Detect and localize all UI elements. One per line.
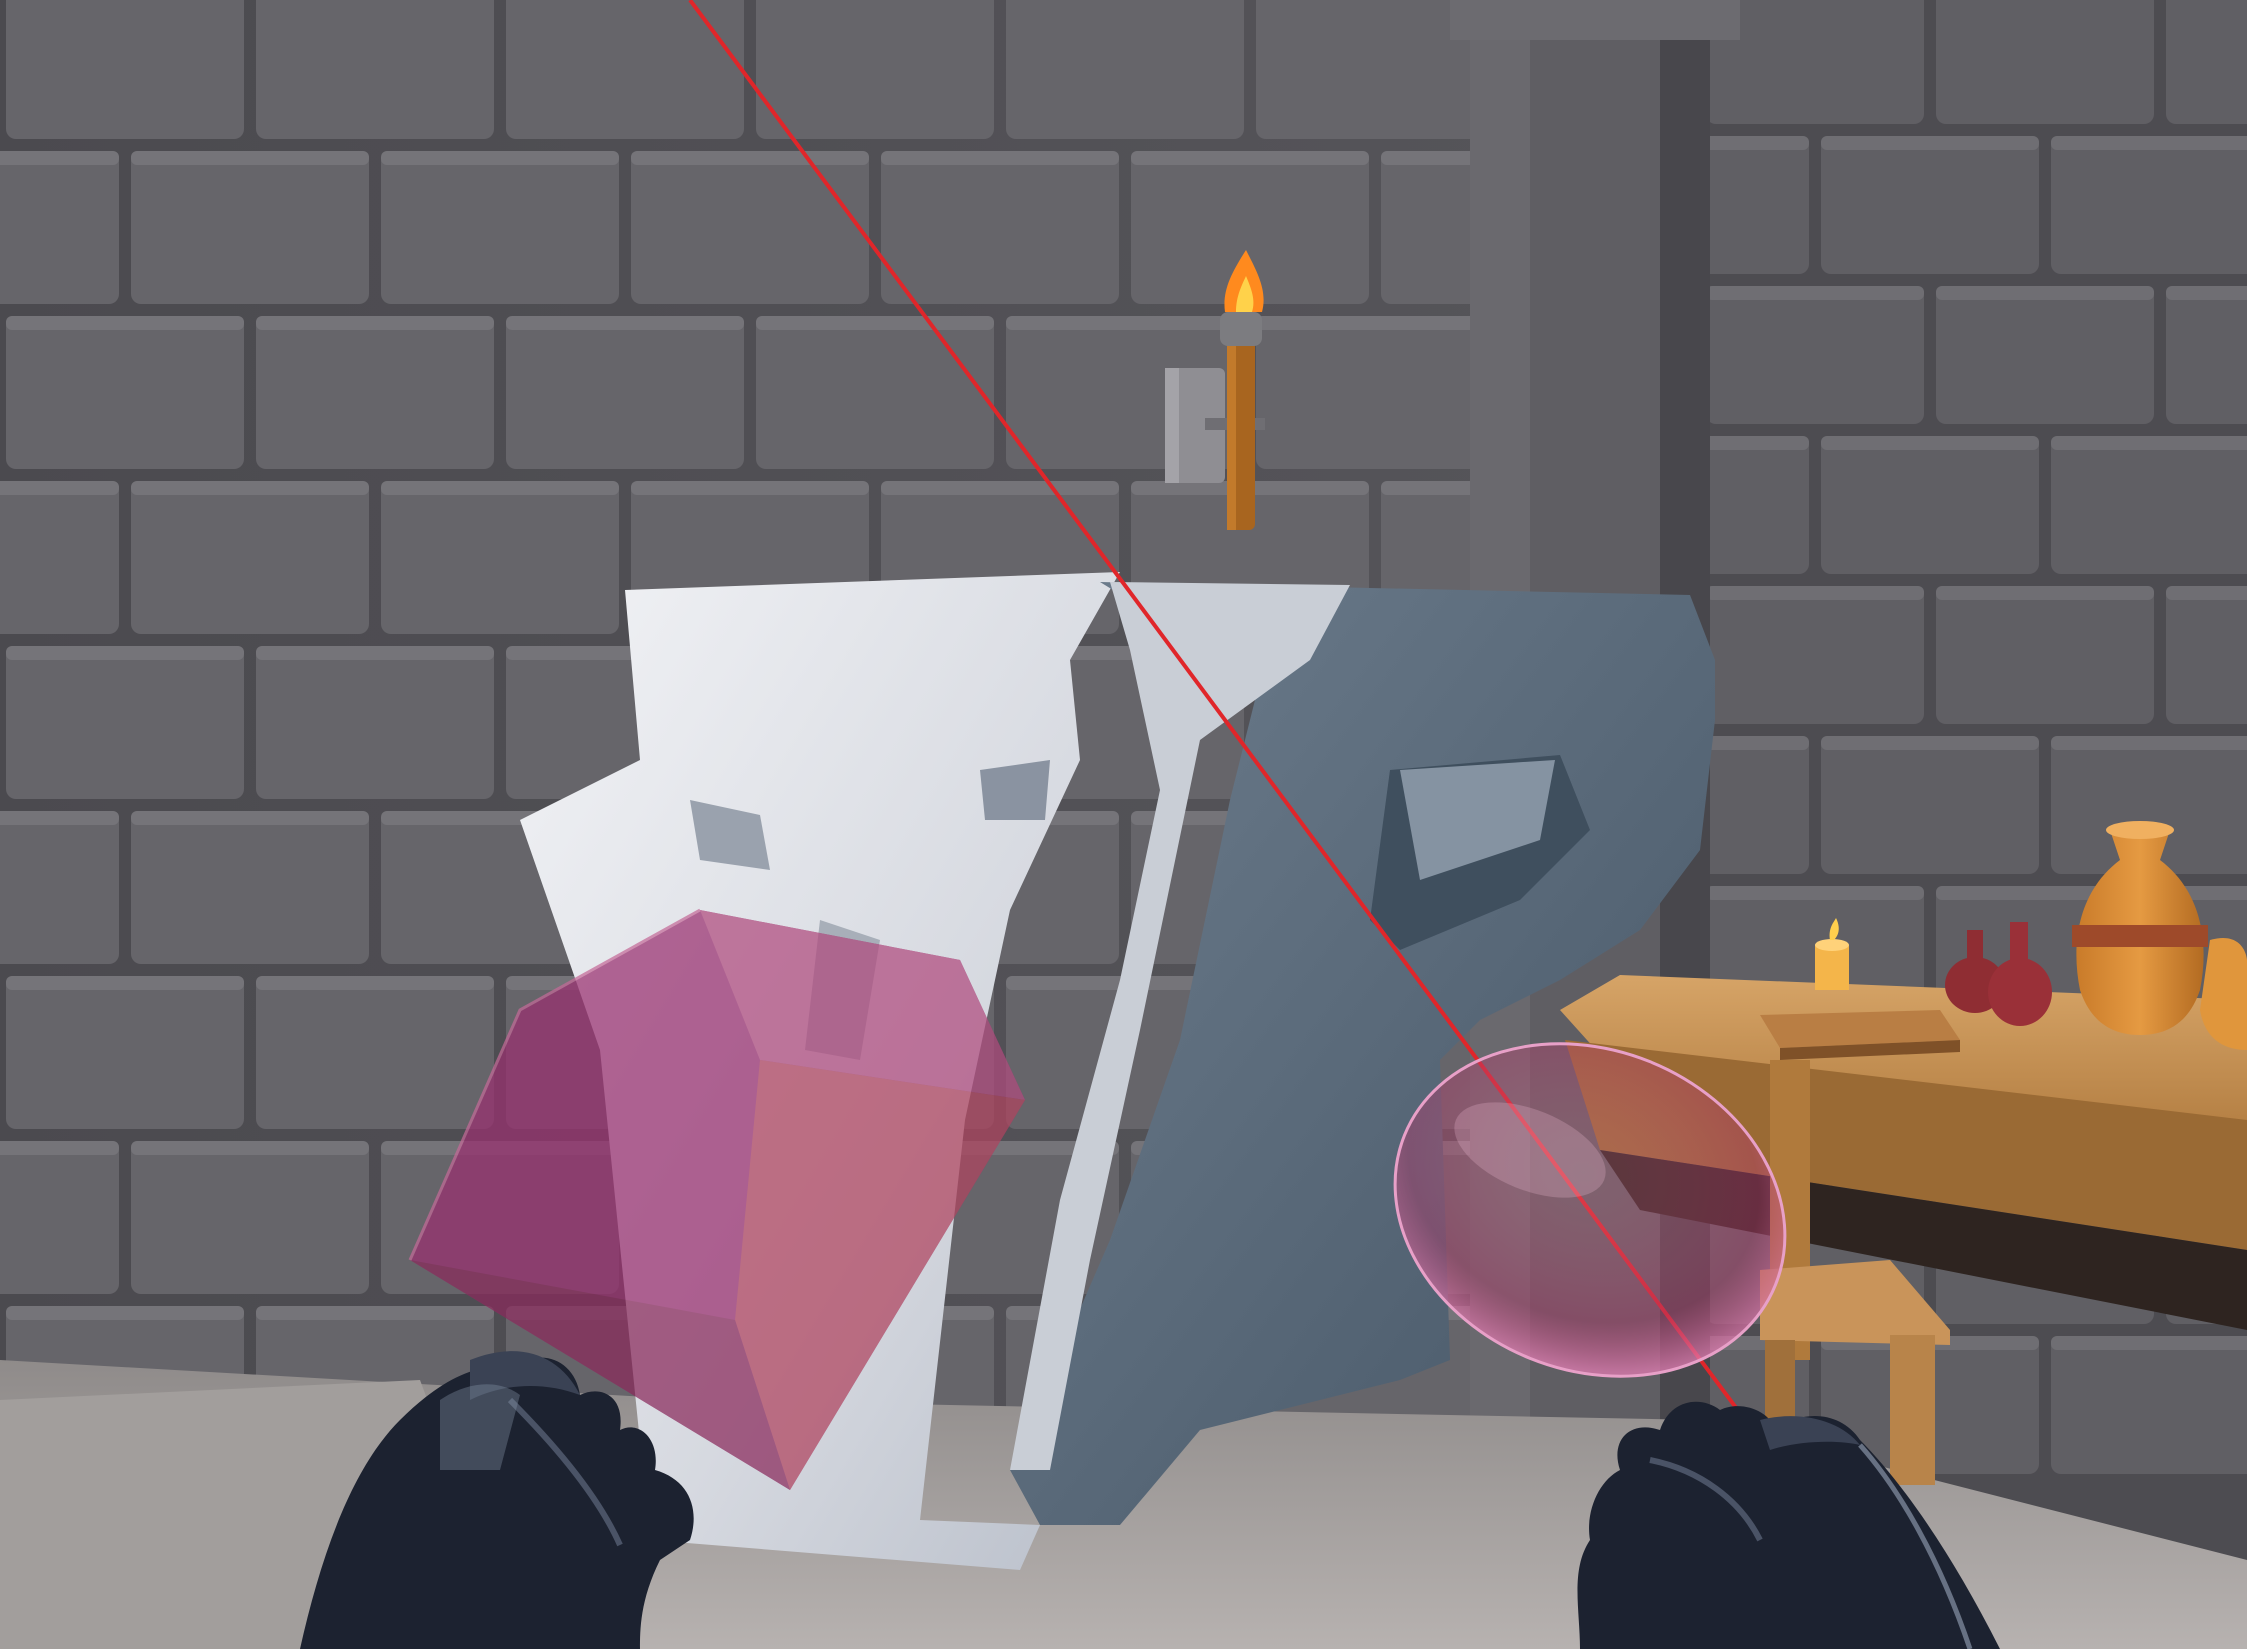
stone-brick-highlight [131, 811, 369, 825]
stone-brick [131, 151, 369, 304]
stone-brick [256, 0, 494, 139]
stone-brick [2051, 136, 2247, 274]
stone-brick-highlight [0, 481, 119, 495]
stone-brick-highlight [131, 481, 369, 495]
stone-brick-highlight [2051, 736, 2247, 750]
stone-brick-highlight [1936, 586, 2154, 600]
stone-brick [131, 811, 369, 964]
stone-brick-highlight [381, 481, 619, 495]
stone-brick [131, 481, 369, 634]
stone-brick-highlight [756, 316, 994, 330]
stone-brick-highlight [0, 1141, 119, 1155]
stone-brick [0, 811, 119, 964]
stone-brick [131, 1141, 369, 1294]
stone-brick [506, 316, 744, 469]
stone-brick-highlight [6, 1306, 244, 1320]
stone-brick-highlight [256, 646, 494, 660]
stone-brick [1256, 316, 1494, 469]
stone-brick [2166, 0, 2247, 124]
stone-brick-highlight [631, 151, 869, 165]
stone-brick-highlight [381, 151, 619, 165]
stone-brick [756, 316, 994, 469]
stone-brick [881, 151, 1119, 304]
stone-brick-highlight [6, 976, 244, 990]
stone-brick [2166, 586, 2247, 724]
stone-brick [1006, 0, 1244, 139]
stone-brick [0, 151, 119, 304]
stone-brick [1936, 286, 2154, 424]
stone-brick [1936, 586, 2154, 724]
stone-brick-highlight [6, 646, 244, 660]
vr-scene-viewport [0, 0, 2247, 1649]
stone-brick [2166, 286, 2247, 424]
stone-brick-highlight [1936, 286, 2154, 300]
stone-brick-highlight [131, 1141, 369, 1155]
stone-brick-highlight [2166, 586, 2247, 600]
stone-brick [1706, 586, 1924, 724]
stone-brick [631, 151, 869, 304]
stone-brick [6, 316, 244, 469]
stone-brick-highlight [1821, 736, 2039, 750]
stone-brick-highlight [6, 316, 244, 330]
stone-brick-highlight [1821, 136, 2039, 150]
stone-brick-highlight [0, 811, 119, 825]
stone-brick [256, 976, 494, 1129]
book [1760, 1010, 1960, 1060]
stone-brick [381, 481, 619, 634]
stone-brick [1821, 736, 2039, 874]
stone-brick-highlight [256, 1306, 494, 1320]
stone-brick [6, 976, 244, 1129]
stone-brick [0, 1141, 119, 1294]
stone-brick [2051, 436, 2247, 574]
stone-brick [1706, 286, 1924, 424]
stone-brick [1936, 0, 2154, 124]
stone-brick [256, 646, 494, 799]
stone-brick-highlight [1256, 316, 1494, 330]
stone-brick-highlight [506, 316, 744, 330]
stone-brick [6, 0, 244, 139]
stone-brick [381, 151, 619, 304]
stone-brick [0, 481, 119, 634]
stone-brick-highlight [131, 151, 369, 165]
stone-brick-highlight [1706, 586, 1924, 600]
stone-brick-highlight [1131, 151, 1369, 165]
stone-brick [2051, 1336, 2247, 1474]
stone-brick [256, 316, 494, 469]
stone-brick-highlight [1006, 316, 1244, 330]
stone-brick [756, 0, 994, 139]
stone-brick-highlight [2051, 1336, 2247, 1350]
stone-brick-highlight [256, 316, 494, 330]
stone-brick-highlight [2166, 286, 2247, 300]
stone-brick-highlight [1821, 436, 2039, 450]
stone-brick [1821, 436, 2039, 574]
stone-brick-highlight [631, 481, 869, 495]
stone-brick-highlight [881, 151, 1119, 165]
stone-brick-highlight [2051, 436, 2247, 450]
stone-brick-highlight [256, 976, 494, 990]
stone-brick [6, 646, 244, 799]
stone-brick-highlight [1706, 886, 1924, 900]
stone-brick [1821, 136, 2039, 274]
stone-brick-highlight [2051, 136, 2247, 150]
stone-brick-highlight [0, 151, 119, 165]
stone-brick-highlight [881, 481, 1119, 495]
stone-brick [506, 0, 744, 139]
stone-brick-highlight [1706, 286, 1924, 300]
